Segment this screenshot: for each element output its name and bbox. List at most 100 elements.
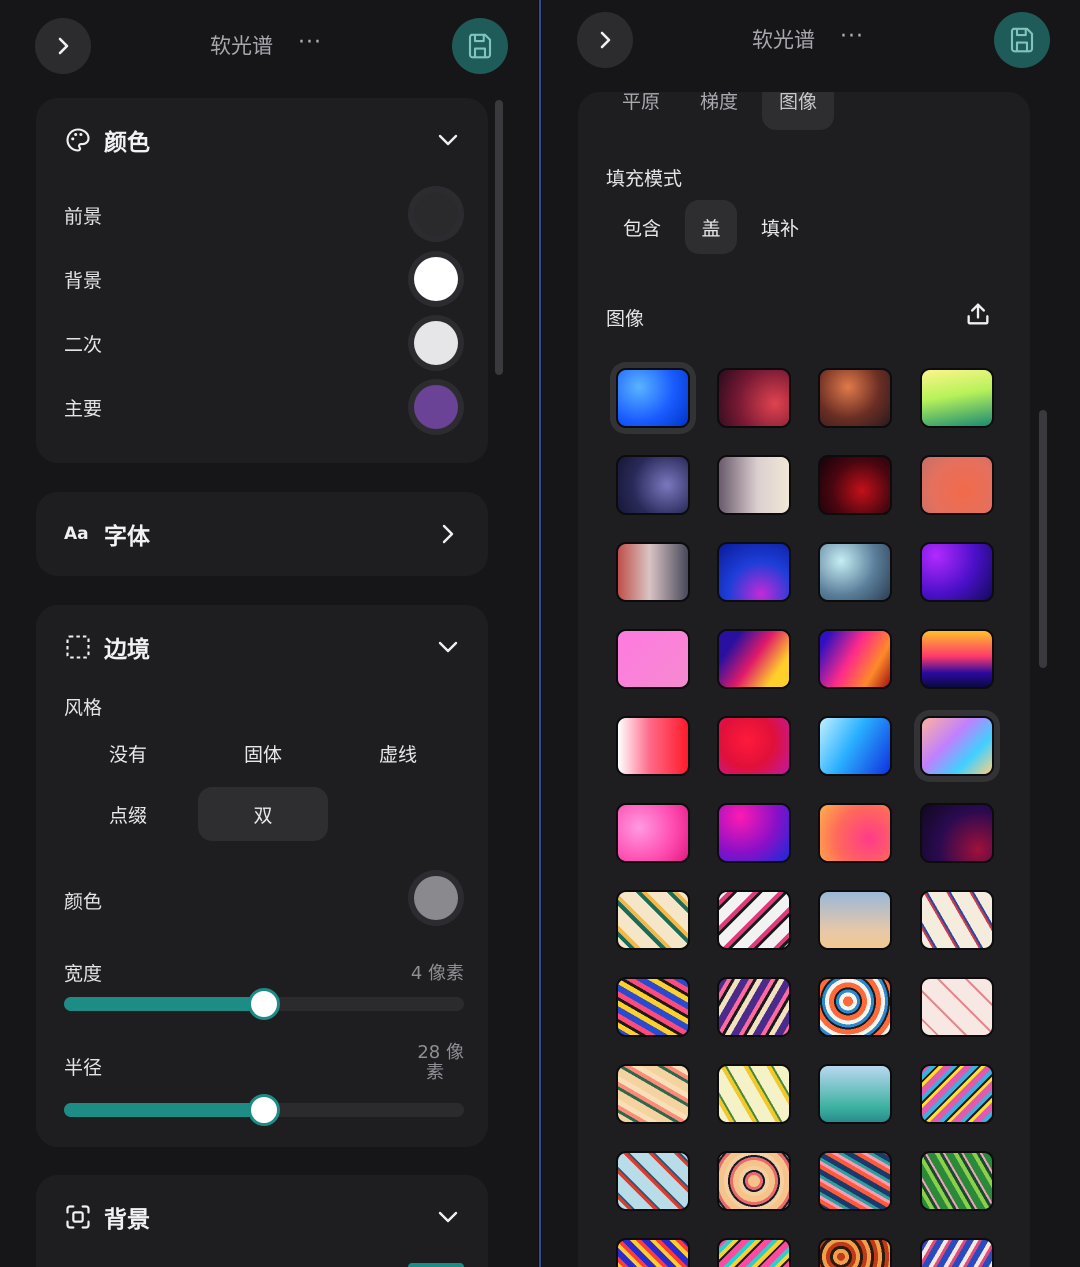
style-option-solid[interactable]: 固体 (198, 726, 328, 780)
image-tile[interactable] (914, 362, 1000, 434)
style-option-dashed[interactable]: 虚线 (334, 726, 462, 780)
fill-mode-fill[interactable]: 填补 (744, 200, 816, 254)
image-tile[interactable] (812, 971, 898, 1043)
expand-button[interactable] (35, 18, 91, 74)
image-tile-preview (717, 803, 791, 863)
image-label: 图像 (606, 308, 645, 330)
font-aa-icon: Aa (64, 524, 89, 544)
image-tile-preview (616, 803, 690, 863)
more-options-icon[interactable]: ··· (840, 24, 864, 49)
image-tile[interactable] (711, 536, 797, 608)
secondary-swatch[interactable] (408, 315, 464, 371)
image-tile[interactable] (711, 884, 797, 956)
chevron-right-icon (600, 31, 611, 49)
style-option-double[interactable]: 双 (198, 787, 328, 841)
width-slider[interactable] (64, 988, 464, 1020)
image-tile[interactable] (812, 1232, 898, 1267)
style-option-none[interactable]: 没有 (64, 726, 192, 780)
image-tile-preview (616, 1151, 690, 1211)
image-tile[interactable] (610, 971, 696, 1043)
image-tile[interactable] (914, 710, 1000, 782)
image-tile[interactable] (914, 1232, 1000, 1267)
dashed-border-icon (66, 635, 90, 659)
image-tile[interactable] (711, 971, 797, 1043)
color-card: 颜色 前景 背景 二次 主要 (36, 98, 488, 463)
font-section-header[interactable]: Aa 字体 (64, 518, 460, 550)
image-tile[interactable] (610, 1058, 696, 1130)
border-section-header[interactable]: 边境 (64, 631, 460, 663)
image-tile[interactable] (610, 362, 696, 434)
fill-mode-cover[interactable]: 盖 (685, 200, 737, 254)
style-option-dotted[interactable]: 点缀 (64, 787, 192, 841)
image-tile[interactable] (812, 536, 898, 608)
image-tile-preview (818, 455, 892, 515)
image-tile[interactable] (610, 1232, 696, 1267)
image-tile[interactable] (610, 623, 696, 695)
image-tile[interactable] (711, 1058, 797, 1130)
image-tile-preview (616, 542, 690, 602)
tab-image[interactable]: 图像 (762, 92, 834, 130)
image-tile[interactable] (711, 710, 797, 782)
image-tile[interactable] (610, 1145, 696, 1217)
image-tile[interactable] (711, 1145, 797, 1217)
primary-swatch[interactable] (408, 379, 464, 435)
background-section-header[interactable]: 背景 (64, 1201, 460, 1233)
image-tile-preview (920, 542, 994, 602)
image-tile[interactable] (711, 1232, 797, 1267)
save-button[interactable] (994, 12, 1050, 68)
image-tile[interactable] (914, 884, 1000, 956)
image-tile-preview (818, 1151, 892, 1211)
tab-gradient[interactable]: 梯度 (684, 92, 754, 130)
image-tile-preview (616, 890, 690, 950)
background-toggle[interactable] (408, 1263, 464, 1267)
width-slider-thumb[interactable] (248, 988, 280, 1020)
image-tile[interactable] (914, 623, 1000, 695)
image-tile[interactable] (711, 449, 797, 521)
image-tile[interactable] (914, 1058, 1000, 1130)
border-color-swatch[interactable] (408, 870, 464, 926)
left-scrollbar[interactable] (495, 100, 503, 375)
image-tile[interactable] (610, 884, 696, 956)
image-tile-preview (818, 716, 892, 776)
left-pane: 软光谱 ··· 颜色 前景 背景 二次 主要 Aa 字体 边境 风格 没有 固体… (0, 0, 538, 1267)
save-button[interactable] (452, 18, 508, 74)
color-section-header[interactable]: 颜色 (64, 124, 460, 156)
expand-button[interactable] (577, 12, 633, 68)
image-tile[interactable] (812, 1058, 898, 1130)
image-tile[interactable] (610, 536, 696, 608)
radius-label: 半径 (64, 1057, 103, 1079)
image-tile[interactable] (914, 536, 1000, 608)
image-tile[interactable] (711, 623, 797, 695)
image-tile[interactable] (914, 971, 1000, 1043)
image-tile[interactable] (914, 1145, 1000, 1217)
image-tile[interactable] (711, 797, 797, 869)
radius-slider-fill (64, 1103, 264, 1117)
image-tile[interactable] (610, 797, 696, 869)
tab-plain[interactable]: 平原 (606, 92, 676, 130)
foreground-swatch[interactable] (408, 186, 464, 242)
fill-mode-contain[interactable]: 包含 (606, 200, 678, 254)
more-options-icon[interactable]: ··· (298, 30, 322, 55)
image-tile-preview (717, 1064, 791, 1124)
right-scrollbar[interactable] (1039, 410, 1047, 668)
image-tile[interactable] (812, 623, 898, 695)
image-tile[interactable] (711, 362, 797, 434)
image-tile[interactable] (812, 797, 898, 869)
image-tile-preview (818, 1238, 892, 1267)
image-tile[interactable] (812, 362, 898, 434)
background-swatch[interactable] (408, 251, 464, 307)
image-tile[interactable] (812, 884, 898, 956)
image-tile[interactable] (914, 797, 1000, 869)
radius-slider[interactable] (64, 1094, 464, 1126)
radius-slider-thumb[interactable] (248, 1094, 280, 1126)
image-tile[interactable] (812, 1145, 898, 1217)
image-tile[interactable] (812, 449, 898, 521)
image-tile[interactable] (610, 710, 696, 782)
image-tile[interactable] (914, 449, 1000, 521)
chevron-down-icon (438, 641, 458, 653)
image-tile-preview (717, 890, 791, 950)
upload-icon[interactable] (964, 300, 992, 328)
image-tile[interactable] (812, 710, 898, 782)
image-tile[interactable] (610, 449, 696, 521)
font-card[interactable]: Aa 字体 (36, 492, 488, 576)
